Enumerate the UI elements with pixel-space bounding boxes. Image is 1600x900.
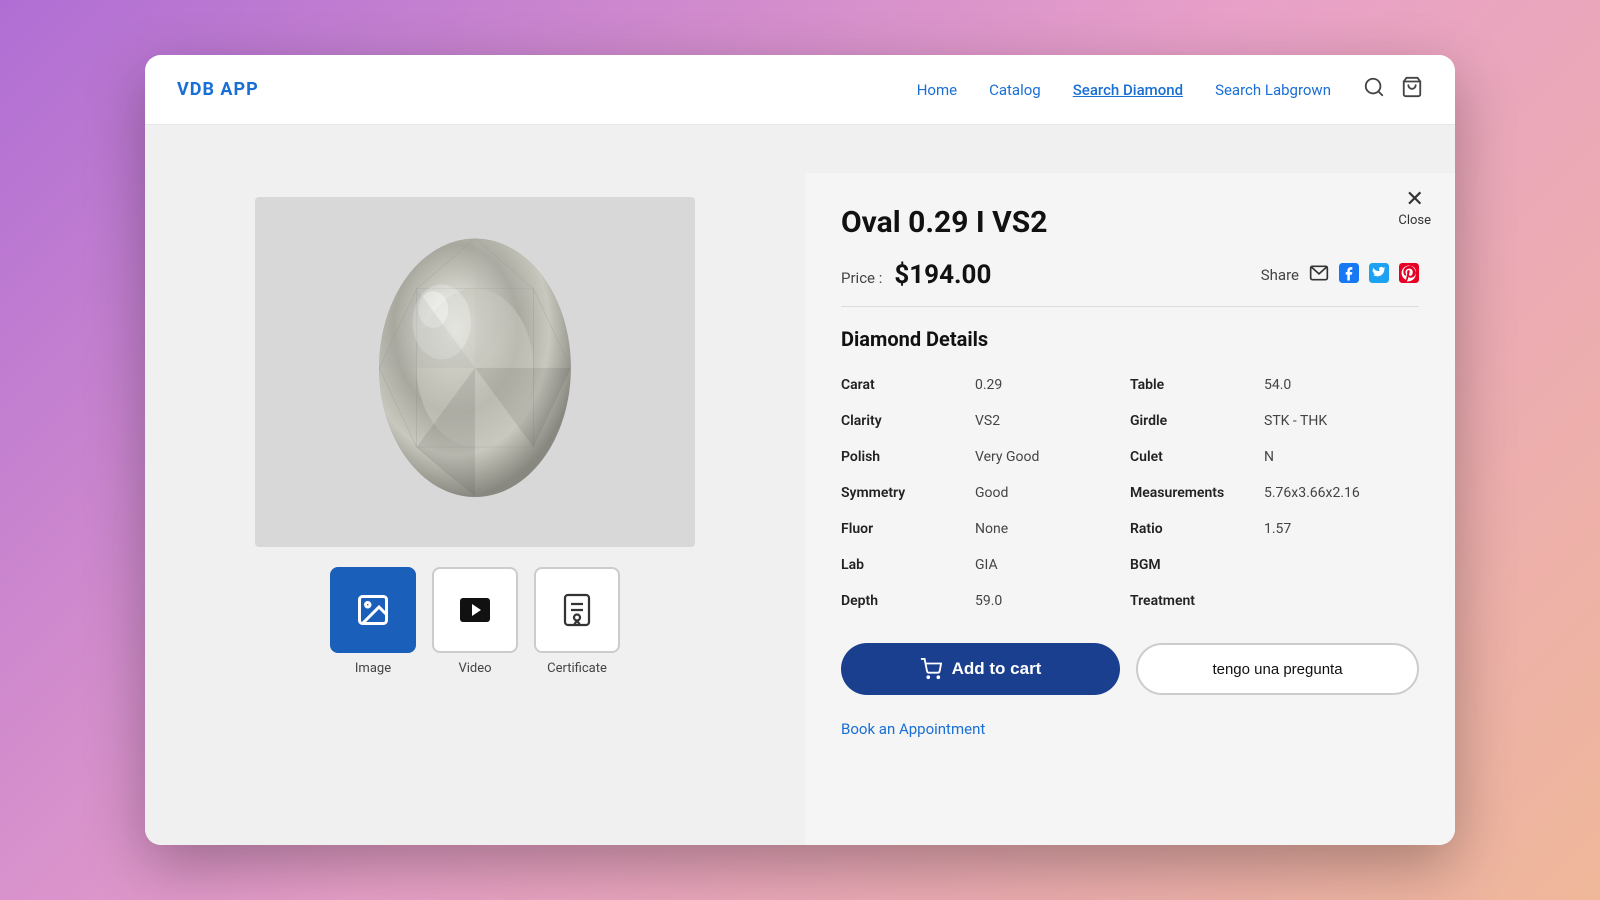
- question-button[interactable]: tengo una pregunta: [1136, 643, 1419, 695]
- sub-header: [145, 125, 1455, 173]
- detail-cell-right: Treatment: [1130, 583, 1419, 619]
- detail-cell-left: Clarity VS2: [841, 403, 1130, 439]
- price-area: Price : $194.00: [841, 260, 991, 290]
- detail-cell-left: Fluor None: [841, 511, 1130, 547]
- certificate-tab-label: Certificate: [547, 661, 607, 676]
- media-tab-image[interactable]: Image: [330, 567, 416, 676]
- close-x-icon: ✕: [1405, 189, 1423, 211]
- detail-key: Symmetry: [841, 485, 951, 501]
- detail-key: Carat: [841, 377, 951, 393]
- nav-catalog[interactable]: Catalog: [989, 81, 1041, 99]
- image-icon-box: [330, 567, 416, 653]
- detail-key: Treatment: [1130, 593, 1240, 609]
- detail-val: 59.0: [975, 593, 1002, 609]
- detail-cell-right: Measurements 5.76x3.66x2.16: [1130, 475, 1419, 511]
- share-area: Share: [1261, 263, 1419, 288]
- detail-key: Depth: [841, 593, 951, 609]
- detail-val: N: [1264, 449, 1274, 465]
- share-twitter-icon[interactable]: [1369, 263, 1389, 288]
- detail-cell-left: Lab GIA: [841, 547, 1130, 583]
- share-email-icon[interactable]: [1309, 263, 1329, 288]
- question-label: tengo una pregunta: [1212, 661, 1342, 678]
- nav-home[interactable]: Home: [917, 81, 957, 99]
- detail-val: GIA: [975, 557, 998, 573]
- detail-val: STK - THK: [1264, 413, 1327, 429]
- share-label: Share: [1261, 266, 1299, 284]
- detail-key: Measurements: [1130, 485, 1240, 501]
- detail-cell-right: Ratio 1.57: [1130, 511, 1419, 547]
- video-tab-label: Video: [458, 661, 491, 676]
- price-label: Price :: [841, 269, 882, 287]
- nav: Home Catalog Search Diamond Search Labgr…: [917, 81, 1331, 99]
- detail-val: 5.76x3.66x2.16: [1264, 485, 1360, 501]
- detail-key: BGM: [1130, 557, 1240, 573]
- detail-cell-left: Depth 59.0: [841, 583, 1130, 619]
- cart-icon[interactable]: [1401, 76, 1423, 103]
- media-tab-certificate[interactable]: Certificate: [534, 567, 620, 676]
- detail-key: Polish: [841, 449, 951, 465]
- cart-icon-btn: [920, 658, 942, 680]
- diamond-title: Oval 0.29 I VS2: [841, 205, 1419, 240]
- detail-key: Table: [1130, 377, 1240, 393]
- detail-cell-right: Culet N: [1130, 439, 1419, 475]
- browser-window: VDB APP Home Catalog Search Diamond Sear…: [145, 55, 1455, 845]
- left-panel: Image Video: [145, 173, 805, 845]
- detail-val: Good: [975, 485, 1008, 501]
- price-value: $194.00: [894, 260, 991, 290]
- details-grid: Carat 0.29 Table 54.0 Clarity VS2 Girdle STK - …: [841, 367, 1419, 619]
- price-share-row: Price : $194.00 Share: [841, 260, 1419, 307]
- detail-cell-left: Symmetry Good: [841, 475, 1130, 511]
- detail-val: VS2: [975, 413, 1000, 429]
- action-buttons: Add to cart tengo una pregunta: [841, 643, 1419, 695]
- detail-cell-right: Table 54.0: [1130, 367, 1419, 403]
- header-icons: [1363, 76, 1423, 103]
- detail-cell-right: BGM: [1130, 547, 1419, 583]
- detail-key: Lab: [841, 557, 951, 573]
- close-label: Close: [1398, 213, 1431, 228]
- main-content: Image Video: [145, 173, 1455, 845]
- media-buttons: Image Video: [330, 567, 620, 676]
- diamond-image-container: [255, 197, 695, 547]
- detail-cell-left: Polish Very Good: [841, 439, 1130, 475]
- detail-cell-right: Girdle STK - THK: [1130, 403, 1419, 439]
- nav-search-labgrown[interactable]: Search Labgrown: [1215, 81, 1331, 99]
- media-tab-video[interactable]: Video: [432, 567, 518, 676]
- detail-key: Clarity: [841, 413, 951, 429]
- nav-search-diamond[interactable]: Search Diamond: [1073, 81, 1183, 99]
- search-icon[interactable]: [1363, 76, 1385, 103]
- share-pinterest-icon[interactable]: [1399, 263, 1419, 288]
- close-button[interactable]: ✕ Close: [1398, 189, 1431, 228]
- appointment-link[interactable]: Book an Appointment: [841, 720, 985, 738]
- video-icon-box: [432, 567, 518, 653]
- details-title: Diamond Details: [841, 327, 1419, 351]
- detail-val: Very Good: [975, 449, 1039, 465]
- detail-key: Fluor: [841, 521, 951, 537]
- header: VDB APP Home Catalog Search Diamond Sear…: [145, 55, 1455, 125]
- app-logo: VDB APP: [177, 79, 259, 100]
- detail-key: Ratio: [1130, 521, 1240, 537]
- certificate-icon-box: [534, 567, 620, 653]
- share-facebook-icon[interactable]: [1339, 263, 1359, 288]
- add-to-cart-button[interactable]: Add to cart: [841, 643, 1120, 695]
- detail-val: 1.57: [1264, 521, 1291, 537]
- detail-key: Culet: [1130, 449, 1240, 465]
- detail-cell-left: Carat 0.29: [841, 367, 1130, 403]
- image-tab-label: Image: [355, 661, 391, 676]
- detail-key: Girdle: [1130, 413, 1240, 429]
- detail-val: 0.29: [975, 377, 1002, 393]
- detail-val: 54.0: [1264, 377, 1291, 393]
- right-panel: ✕ Close Oval 0.29 I VS2 Price : $194.00 …: [805, 173, 1455, 845]
- add-to-cart-label: Add to cart: [952, 659, 1042, 679]
- detail-val: None: [975, 521, 1008, 537]
- diamond-image-svg: [325, 222, 625, 522]
